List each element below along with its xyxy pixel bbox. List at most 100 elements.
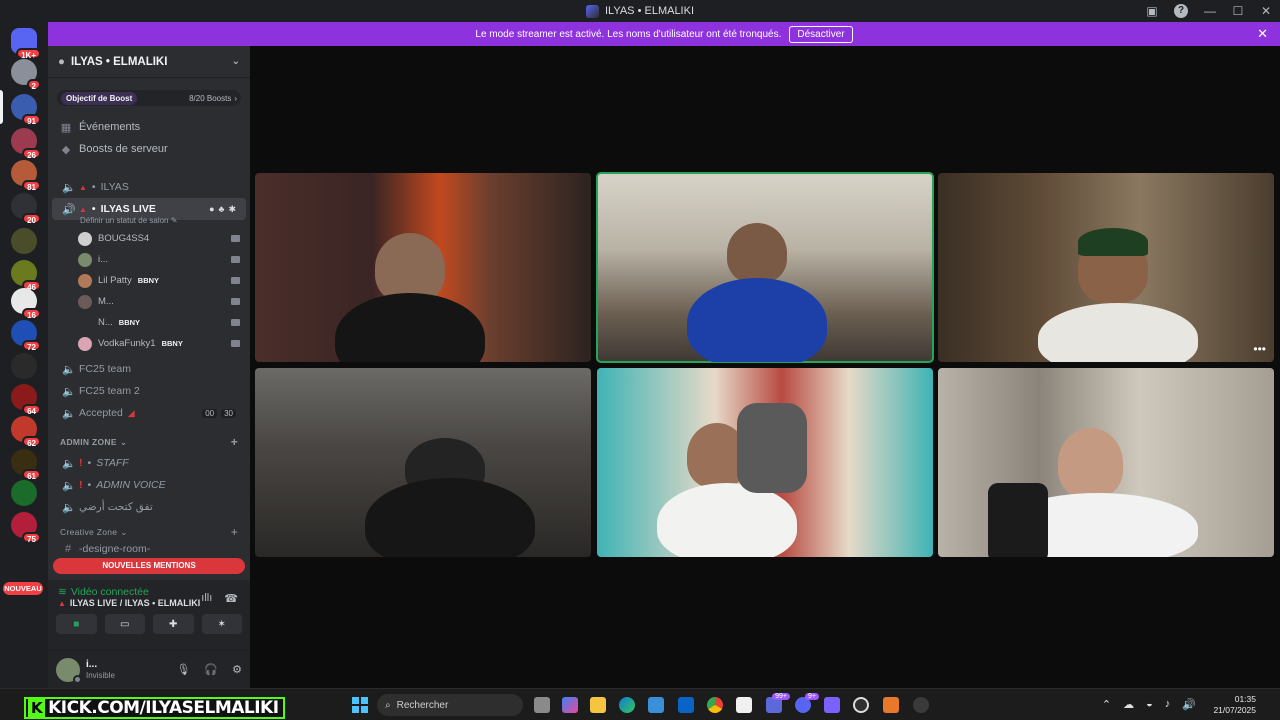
speaker-icon: 🔈 xyxy=(62,479,76,492)
boost-goal-bar[interactable]: Objectif de Boost 8/20 Boosts › xyxy=(57,90,241,106)
disable-streamer-button[interactable]: Désactiver xyxy=(789,25,853,43)
video-tile-active-speaker[interactable] xyxy=(596,172,934,363)
cloud-icon[interactable]: ☁ xyxy=(1123,698,1134,711)
volume-icon[interactable]: 🔊 xyxy=(1182,698,1196,711)
server-header[interactable]: ● ILYAS • ELMALIKI ⌄ xyxy=(48,46,250,78)
gear-icon[interactable]: ✱ xyxy=(228,204,236,215)
server-icon[interactable]: 81 xyxy=(11,160,41,192)
server-icon[interactable]: 62 xyxy=(11,416,41,448)
server-icon[interactable]: 91 xyxy=(11,94,41,126)
gamepad-app-icon[interactable] xyxy=(824,697,840,713)
channel-admin-voice[interactable]: 🔈 ! • ADMIN VOICE xyxy=(52,474,246,496)
server-icon[interactable]: 26 xyxy=(11,128,41,160)
close-banner-icon[interactable]: ✕ xyxy=(1257,26,1268,42)
microphone-icon[interactable]: 🎙 xyxy=(176,663,190,676)
mic-tray-icon[interactable]: ♪ xyxy=(1165,698,1171,711)
server-icon[interactable]: 2 xyxy=(11,59,41,91)
capcut-icon[interactable] xyxy=(736,697,752,713)
channel-fc25[interactable]: 🔈 FC25 team xyxy=(52,358,246,380)
server-icon[interactable]: 75 xyxy=(11,512,41,544)
close-window-button[interactable]: ✕ xyxy=(1252,4,1280,18)
channel-ilyas[interactable]: 🔈 ▲ • ILYAS xyxy=(52,176,246,198)
server-icon[interactable]: 61 xyxy=(11,449,41,481)
task-view-icon[interactable] xyxy=(534,697,550,713)
add-channel-icon[interactable]: + xyxy=(231,525,238,539)
voice-user[interactable]: M... xyxy=(48,291,250,312)
noise-suppression-icon[interactable]: ıllı xyxy=(201,592,212,605)
channel-designe-room[interactable]: # -designe-room- xyxy=(52,542,246,556)
server-icon[interactable] xyxy=(11,480,37,506)
server-icon[interactable]: 16 xyxy=(11,288,41,320)
events-item[interactable]: ▦ Événements xyxy=(48,116,250,138)
voice-user[interactable]: BOUG4SS4 xyxy=(48,228,250,249)
video-tile[interactable] xyxy=(597,368,933,557)
help-icon[interactable]: ? xyxy=(1174,4,1188,18)
taskbar-clock[interactable]: 01:35 21/07/2025 xyxy=(1213,694,1256,716)
camera-icon xyxy=(231,319,240,326)
video-tile[interactable]: ••• xyxy=(938,173,1274,362)
server-icon[interactable]: 20 xyxy=(11,193,41,225)
chevron-up-icon[interactable]: ⌃ xyxy=(1102,698,1111,711)
banner-text: Le mode streamer est activé. Les noms d'… xyxy=(475,28,782,40)
avatar[interactable] xyxy=(56,657,82,684)
voice-user[interactable]: VodkaFunky1 BBNY xyxy=(48,333,250,354)
voice-user[interactable]: i... xyxy=(48,249,250,270)
channel-status-hint[interactable]: Définir un statut de salon ✎ xyxy=(52,216,250,228)
app-icon[interactable]: 99+ xyxy=(766,693,790,713)
chat-icon[interactable]: ● xyxy=(209,204,214,215)
soundboard-button[interactable]: ✶ xyxy=(201,614,242,634)
disconnect-icon[interactable]: ☎ xyxy=(224,592,238,605)
new-mentions-button[interactable]: NOUVELLES MENTIONS xyxy=(53,558,245,574)
category-creative-zone[interactable]: Creative Zone ⌄ + xyxy=(48,522,250,542)
video-tile[interactable] xyxy=(938,368,1274,557)
channel-arabic[interactable]: 🔈 تفق كتحت أرضي xyxy=(52,496,246,518)
discord-icon[interactable]: 9+ xyxy=(795,693,819,713)
screen-share-button[interactable]: ▭ xyxy=(104,614,145,634)
category-creative-zone-label: Creative Zone xyxy=(60,527,118,537)
chevron-down-icon[interactable]: ⌄ xyxy=(232,56,240,67)
unread-badge: 81 xyxy=(22,180,41,192)
obs-icon[interactable] xyxy=(853,697,869,713)
server-icon[interactable]: 64 xyxy=(11,384,41,416)
server-boosts-item[interactable]: ◆ Boosts de serveur xyxy=(48,138,250,160)
outlook-icon[interactable] xyxy=(678,697,694,713)
windows-start-icon[interactable] xyxy=(352,697,368,713)
video-tile[interactable] xyxy=(255,368,591,557)
channel-staff[interactable]: 🔈 ! • STAFF xyxy=(52,452,246,474)
more-options-icon[interactable]: ••• xyxy=(1253,342,1266,356)
wifi-icon[interactable]: ◒ xyxy=(1146,698,1153,711)
server-icon[interactable]: 1K+ xyxy=(11,28,41,60)
app-icon[interactable] xyxy=(913,697,929,713)
file-explorer-icon[interactable] xyxy=(590,697,606,713)
channel-fc25-2[interactable]: 🔈 FC25 team 2 xyxy=(52,380,246,402)
voice-user[interactable]: N... BBNY xyxy=(48,312,250,333)
server-icon[interactable] xyxy=(11,228,37,254)
chrome-icon[interactable] xyxy=(707,697,723,713)
settings-gear-icon[interactable]: ⚙ xyxy=(232,663,242,676)
server-icon[interactable]: 46 xyxy=(11,260,41,292)
camera-button[interactable]: ■ xyxy=(56,614,97,634)
voice-user[interactable]: Lil Patty BBNY xyxy=(48,270,250,291)
activities-button[interactable]: ✚ xyxy=(153,614,194,634)
category-admin-zone[interactable]: ADMIN ZONE ⌄ + xyxy=(48,432,250,452)
headphones-icon[interactable]: 🎧 xyxy=(204,663,218,676)
voice-panel: ≋ Vidéo connectée ▲ ILYAS LIVE / ILYAS •… xyxy=(48,580,250,688)
copilot-icon[interactable] xyxy=(562,697,578,713)
video-tile[interactable] xyxy=(255,173,591,362)
channel-accepted[interactable]: 🔈 Accepted ◢ 00 30 xyxy=(52,402,246,424)
unread-badge: 1K+ xyxy=(16,48,41,60)
inbox-icon[interactable]: ▣ xyxy=(1138,4,1166,18)
edge-icon[interactable] xyxy=(619,697,635,713)
invite-icon[interactable]: ♣ xyxy=(219,204,225,215)
streamer-mode-banner: Le mode streamer est activé. Les noms d'… xyxy=(48,22,1280,46)
server-icon[interactable]: 72 xyxy=(11,320,41,352)
notification-badge: 99+ xyxy=(772,693,790,700)
store-icon[interactable] xyxy=(648,697,664,713)
add-channel-icon[interactable]: + xyxy=(231,435,238,449)
server-icon[interactable] xyxy=(11,353,37,379)
minimize-button[interactable]: — xyxy=(1196,4,1224,18)
affinity-icon[interactable] xyxy=(883,697,899,713)
maximize-button[interactable]: ☐ xyxy=(1224,4,1252,18)
taskbar-search[interactable]: ⌕ Rechercher xyxy=(377,694,523,716)
new-badge[interactable]: NOUVEAU xyxy=(3,582,43,595)
